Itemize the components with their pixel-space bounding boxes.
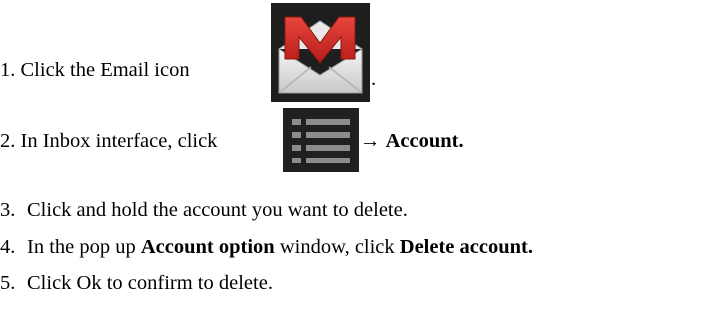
step-1-period: . — [371, 68, 377, 90]
step-4-text-middle: window, click — [279, 236, 395, 258]
account-label: Account. — [385, 130, 464, 152]
step-3-number: 3. — [0, 199, 16, 221]
step-1: 1. Click the Email icon — [0, 60, 190, 81]
account-option-label: Account option — [140, 236, 275, 258]
delete-account-label: Delete account. — [399, 236, 533, 258]
arrow-icon: → — [360, 130, 381, 152]
step-5-number: 5. — [0, 272, 16, 294]
step-1-number: 1. — [0, 59, 16, 81]
step-5-text: Click Ok to confirm to delete. — [27, 272, 273, 294]
step-5: 5. Click Ok to confirm to delete. — [0, 273, 273, 294]
step-1-text: Click the Email icon — [20, 59, 190, 81]
step-3-text: Click and hold the account you want to d… — [27, 199, 408, 221]
menu-list-icon — [283, 108, 359, 172]
step-2-account-target: → Account. — [360, 131, 464, 152]
step-4-number: 4. — [0, 236, 16, 258]
step-2-number: 2. — [0, 130, 16, 152]
step-2: 2. In Inbox interface, click — [0, 131, 217, 152]
step-2-text: In Inbox interface, click — [20, 130, 218, 152]
step-3: 3. Click and hold the account you want to… — [0, 200, 408, 221]
gmail-envelope-icon — [271, 3, 370, 102]
step-4-text-before: In the pop up — [27, 236, 136, 258]
step-4: 4. In the pop up Account option window, c… — [0, 237, 533, 258]
